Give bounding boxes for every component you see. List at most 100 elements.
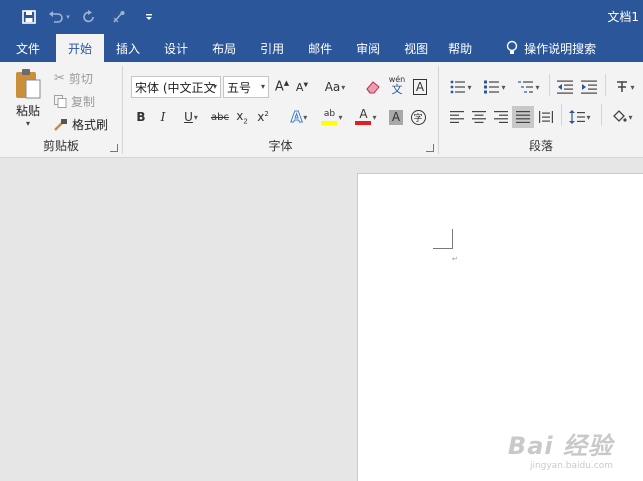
save-button[interactable] [14,6,44,28]
copy-label: 复制 [71,94,96,109]
align-left-button[interactable] [447,106,467,128]
cut-button[interactable]: ✂ 剪切 [54,68,93,88]
tab-review[interactable]: 审阅 [344,34,392,62]
chinese-layout-icon [617,81,628,92]
tab-design[interactable]: 设计 [152,34,200,62]
numbering-button[interactable]: ▾ [481,76,509,98]
separator [549,74,550,96]
superscript-button[interactable]: x2 [254,106,272,128]
tell-me-search[interactable]: 操作说明搜索 [484,34,596,62]
clipboard-group: 粘贴 ▾ ✂ 剪切 复制 格式刷 剪贴板 [0,62,122,158]
justify-button[interactable] [512,106,534,128]
tab-home[interactable]: 开始 [56,34,105,62]
highlighter-icon: ab [321,109,338,125]
phonetic-guide-button[interactable]: wén 文 [387,74,407,96]
bullets-button[interactable]: ▾ [447,76,475,98]
underline-button[interactable]: U ▾ [177,106,205,128]
increase-indent-button[interactable] [579,76,599,98]
chinese-layout-button[interactable]: ▾ [611,76,639,98]
customize-icon [146,14,152,20]
tab-insert[interactable]: 插入 [104,34,152,62]
paragraph-group: ▾ ▾ ▾ ▾ ▾ ▾ 段落 [439,62,643,158]
highlight-color-button[interactable]: ab ▾ [317,106,347,128]
format-painter-button[interactable]: 格式刷 [54,114,108,134]
format-painter-icon [54,118,67,131]
multilevel-list-icon [518,81,534,93]
decrease-indent-button[interactable] [555,76,575,98]
quick-access-toolbar: ▾ [14,6,164,28]
paste-dropdown-icon[interactable]: ▾ [26,119,30,128]
font-dialog-launcher[interactable] [426,144,434,152]
change-case-label: Aa [324,80,341,94]
shading-button[interactable]: ▾ [607,106,637,128]
title-bar: ▾ 文档1 [0,0,643,34]
clear-formatting-button[interactable] [363,76,383,98]
grow-font-button[interactable]: A▲ [273,76,291,98]
copy-button[interactable]: 复制 [54,91,95,111]
separator [561,104,562,126]
align-left-icon [450,111,464,123]
distributed-button[interactable] [536,106,556,128]
phonetic-char: 文 [391,83,403,96]
multilevel-list-button[interactable]: ▾ [515,76,543,98]
font-color-dropdown-icon: ▾ [372,112,377,122]
italic-button[interactable]: I [155,106,171,128]
bullets-icon [451,80,466,94]
redo-icon [83,10,94,23]
enclose-characters-button[interactable]: 字 [409,106,427,128]
italic-icon: I [160,110,166,124]
lightbulb-icon [506,40,518,54]
watermark-url: jingyan.baidu.com [529,461,613,471]
font-size-dropdown-icon[interactable]: ▾ [261,82,265,91]
font-name-dropdown-icon[interactable]: ▾ [213,82,217,91]
shrink-font-button[interactable]: A▼ [293,76,311,98]
text-effects-button[interactable]: A ▾ [285,106,313,128]
tab-view[interactable]: 视图 [392,34,440,62]
undo-button[interactable]: ▾ [44,6,74,28]
character-border-button[interactable]: A [411,76,429,98]
align-center-icon [472,111,486,123]
tab-references[interactable]: 引用 [248,34,296,62]
character-border-icon: A [412,79,428,95]
underline-icon: U [184,110,193,124]
decrease-indent-icon [557,80,573,94]
redo-button[interactable] [74,6,104,28]
font-size-box[interactable]: 五号 ▾ [223,76,269,98]
tell-me-label: 操作说明搜索 [524,41,597,56]
shrink-font-icon: A▼ [295,80,309,94]
customize-qat-button[interactable] [134,6,164,28]
tab-help[interactable]: 帮助 [440,34,484,62]
ribbon-tabs: 文件 开始 插入 设计 布局 引用 邮件 审阅 视图 帮助 操作说明搜索 [0,34,643,62]
highlight-dropdown-icon: ▾ [338,112,343,122]
format-painter-qat-button[interactable] [104,6,134,28]
change-case-button[interactable]: Aa ▾ [321,76,349,98]
font-color-icon: A [355,108,372,125]
separator [601,104,602,126]
enclose-characters-icon: 字 [410,109,426,125]
line-spacing-button[interactable]: ▾ [565,106,595,128]
shading-dropdown-icon: ▾ [628,112,633,122]
align-center-button[interactable] [469,106,489,128]
align-right-icon [494,111,508,123]
paste-button[interactable]: 粘贴 ▾ [8,68,48,134]
strikethrough-button[interactable]: abc [209,106,231,128]
tab-layout[interactable]: 布局 [200,34,248,62]
subscript-icon: x2 [236,108,248,126]
multilevel-dropdown-icon: ▾ [535,82,540,92]
font-color-button[interactable]: A ▾ [351,106,381,128]
save-icon [22,10,36,24]
clipboard-dialog-launcher[interactable] [110,144,118,152]
subscript-button[interactable]: x2 [233,106,251,128]
brush-icon [113,11,125,23]
tab-file[interactable]: 文件 [0,34,56,62]
font-name-box[interactable]: 宋体 (中文正文 ▾ [131,76,221,98]
align-right-button[interactable] [491,106,511,128]
bold-button[interactable]: B [133,106,149,128]
tab-mailings[interactable]: 邮件 [296,34,344,62]
ribbon: 粘贴 ▾ ✂ 剪切 复制 格式刷 剪贴板 宋体 (中文正文 ▾ 五号 ▾ A▲ … [0,62,643,158]
chinese-layout-dropdown-icon: ▾ [630,82,635,92]
font-size-value: 五号 [227,80,252,95]
character-shading-button[interactable]: A [387,106,405,128]
text-effects-dropdown-icon: ▾ [303,112,308,122]
copy-icon [54,94,67,108]
